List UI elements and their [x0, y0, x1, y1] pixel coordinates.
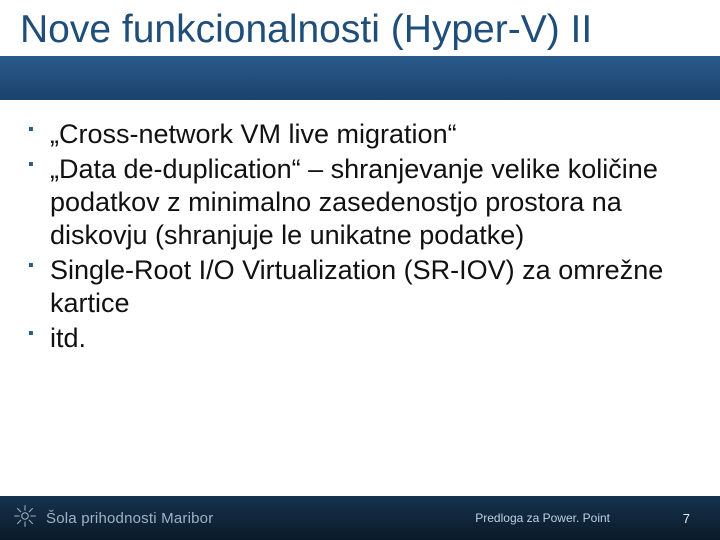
title-block: Nove funkcionalnosti (Hyper-V) II: [0, 0, 720, 56]
bullet-item: „Cross-network VM live migration“: [28, 118, 692, 151]
bullet-item: itd.: [28, 322, 692, 355]
footer-logo-group: Šola prihodnosti Maribor: [0, 503, 213, 534]
footer-bar: Šola prihodnosti Maribor Predloga za Pow…: [0, 496, 720, 540]
slide: Nove funkcionalnosti (Hyper-V) II „Cross…: [0, 0, 720, 540]
bullet-item: Single-Root I/O Virtualization (SR-IOV) …: [28, 254, 692, 320]
bullet-list: „Cross-network VM live migration“ „Data …: [28, 118, 692, 355]
footer-page-number: 7: [683, 511, 690, 526]
footer-template-label: Predloga za Power. Point: [475, 511, 610, 525]
sun-gear-icon: [12, 503, 38, 534]
content-area: „Cross-network VM live migration“ „Data …: [0, 100, 720, 540]
slide-title: Nove funkcionalnosti (Hyper-V) II: [20, 8, 700, 52]
footer-brand-text: Šola prihodnosti Maribor: [46, 510, 213, 527]
bullet-item: „Data de-duplication“ – shranjevanje vel…: [28, 153, 692, 252]
title-underline-band: [0, 56, 720, 100]
